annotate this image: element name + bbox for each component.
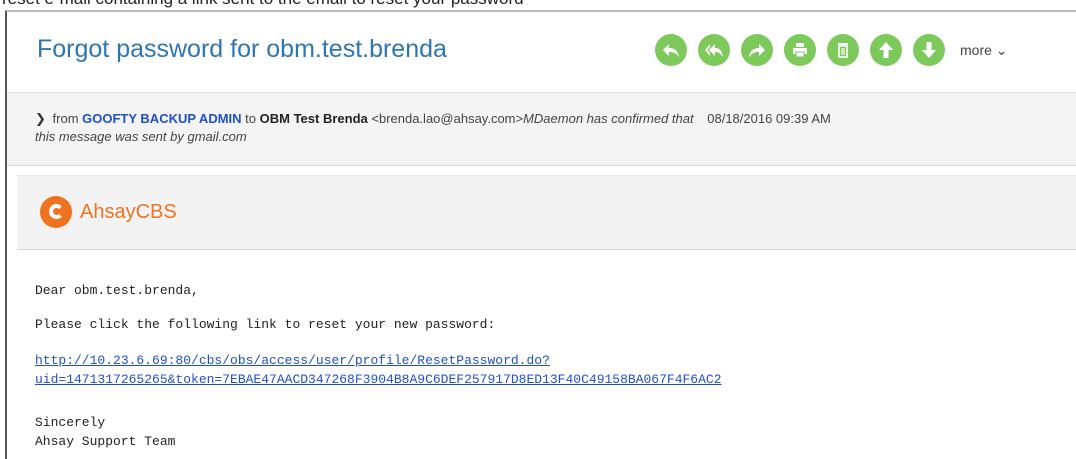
forward-icon xyxy=(749,44,765,57)
reset-link-line-2: uid=1471317265265&token=7EBAE47AACD34726… xyxy=(35,372,722,387)
forward-button[interactable] xyxy=(741,34,773,66)
instruction-text: Please click the following link to reset… xyxy=(35,317,496,332)
message-date: 08/18/2016 09:39 AM xyxy=(707,111,831,126)
message-toolbar: more ⌄ xyxy=(655,32,1008,68)
reset-password-link[interactable]: http://10.23.6.69:80/cbs/obs/access/user… xyxy=(35,351,722,389)
page-caption: reset e-mail containing a link sent to t… xyxy=(2,0,524,9)
more-menu[interactable]: more ⌄ xyxy=(960,42,1008,59)
greeting: Dear obm.test.brenda, xyxy=(35,283,199,298)
sender-name[interactable]: GOOFTY BACKUP ADMIN xyxy=(82,111,241,126)
reset-link-line-1: http://10.23.6.69:80/cbs/obs/access/user… xyxy=(35,353,550,368)
mdaemon-confirm-line: this message was sent by gmail.com xyxy=(35,129,247,144)
reply-all-button[interactable] xyxy=(698,34,730,66)
reply-all-icon xyxy=(705,44,723,57)
previous-message-button[interactable] xyxy=(870,34,902,66)
ahsay-logo-icon xyxy=(40,196,72,228)
message-header: ❯ from GOOFTY BACKUP ADMIN to OBM Test B… xyxy=(7,92,1076,166)
next-arrow-icon xyxy=(922,42,936,58)
from-line: ❯ from GOOFTY BACKUP ADMIN to OBM Test B… xyxy=(35,111,831,127)
email-subject: Forgot password for obm.test.brenda xyxy=(37,35,447,63)
email-screenshot: reset e-mail containing a link sent to t… xyxy=(0,0,1076,459)
signature-closing: Sincerely xyxy=(35,415,106,430)
delete-icon xyxy=(838,43,848,58)
recipient-name: OBM Test Brenda xyxy=(259,111,368,126)
reply-button[interactable] xyxy=(655,34,687,66)
brand-banner: AhsayCBS xyxy=(17,175,1076,250)
previous-arrow-icon xyxy=(879,42,893,58)
ahsay-logo: AhsayCBS xyxy=(40,196,177,228)
delete-button[interactable] xyxy=(827,34,859,66)
print-button[interactable] xyxy=(784,34,816,66)
email-viewer: Forgot password for obm.test.brenda more… xyxy=(5,10,1076,459)
reply-icon xyxy=(663,44,679,57)
brand-name: AhsayCBS xyxy=(80,200,177,223)
print-icon xyxy=(793,43,807,58)
expand-chevron-icon[interactable]: ❯ xyxy=(35,111,46,127)
next-message-button[interactable] xyxy=(913,34,945,66)
to-prefix: to xyxy=(245,111,257,126)
subject-bar: Forgot password for obm.test.brenda more… xyxy=(7,12,1076,82)
mdaemon-notice: MDaemon has confirmed that xyxy=(523,111,694,126)
from-prefix: from xyxy=(52,111,79,126)
recipient-email: <brenda.lao@ahsay.com> xyxy=(371,111,524,126)
signature-name: Ahsay Support Team xyxy=(35,434,176,449)
